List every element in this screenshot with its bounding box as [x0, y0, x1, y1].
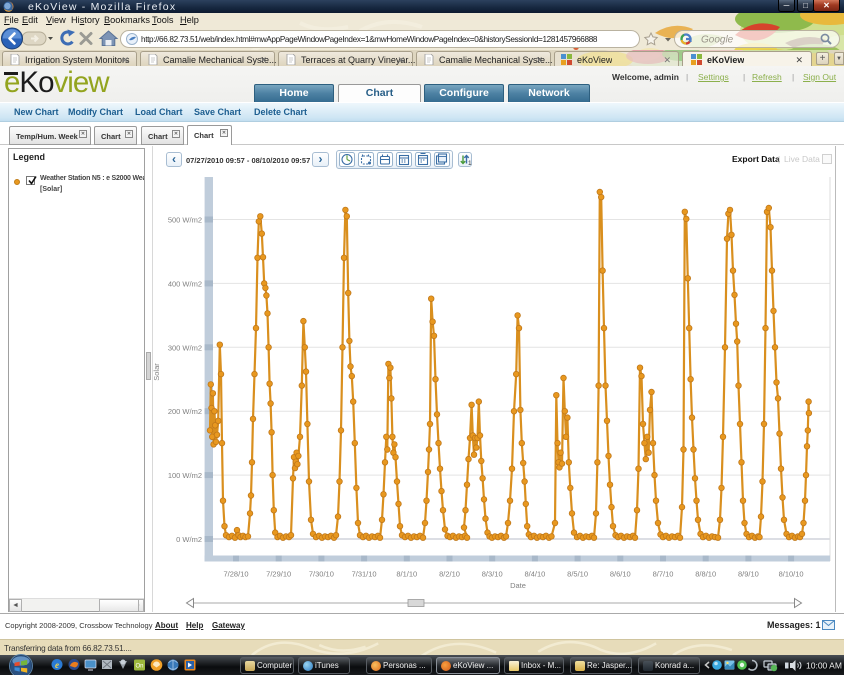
svg-text:Date: Date [510, 581, 526, 590]
svg-text:0 W/m2: 0 W/m2 [176, 535, 202, 544]
svg-text:8/2/10: 8/2/10 [439, 570, 460, 579]
svg-text:300 W/m2: 300 W/m2 [168, 343, 202, 352]
svg-text:Google: Google [701, 35, 734, 46]
svg-text:8/3/10: 8/3/10 [482, 570, 503, 579]
svg-text:8/10/10: 8/10/10 [779, 570, 804, 579]
svg-text:8/8/10: 8/8/10 [695, 570, 716, 579]
svg-text:8/6/10: 8/6/10 [610, 570, 631, 579]
svg-text:200 W/m2: 200 W/m2 [168, 407, 202, 416]
svg-text:7/29/10: 7/29/10 [266, 570, 291, 579]
svg-text:10:00 AM: 10:00 AM [806, 661, 842, 671]
svg-text:8/1/10: 8/1/10 [396, 570, 417, 579]
svg-text:7/30/10: 7/30/10 [309, 570, 334, 579]
svg-text:On: On [135, 664, 143, 670]
svg-text:e: e [55, 660, 59, 670]
svg-text:7/28/10: 7/28/10 [223, 570, 248, 579]
svg-text:Solar: Solar [152, 363, 161, 381]
svg-text:8/5/10: 8/5/10 [567, 570, 588, 579]
svg-text:7/31/10: 7/31/10 [352, 570, 377, 579]
svg-text:100 W/m2: 100 W/m2 [168, 471, 202, 480]
svg-text:400 W/m2: 400 W/m2 [168, 279, 202, 288]
svg-text:8/4/10: 8/4/10 [524, 570, 545, 579]
svg-text:8/9/10: 8/9/10 [738, 570, 759, 579]
svg-text:500 W/m2: 500 W/m2 [168, 216, 202, 225]
svg-text:8/7/10: 8/7/10 [653, 570, 674, 579]
